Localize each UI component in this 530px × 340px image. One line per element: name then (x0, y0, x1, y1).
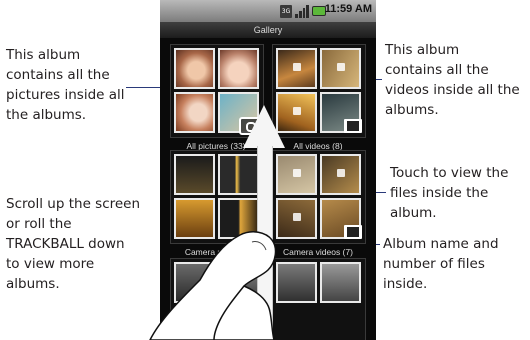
hand-icon (149, 231, 277, 340)
